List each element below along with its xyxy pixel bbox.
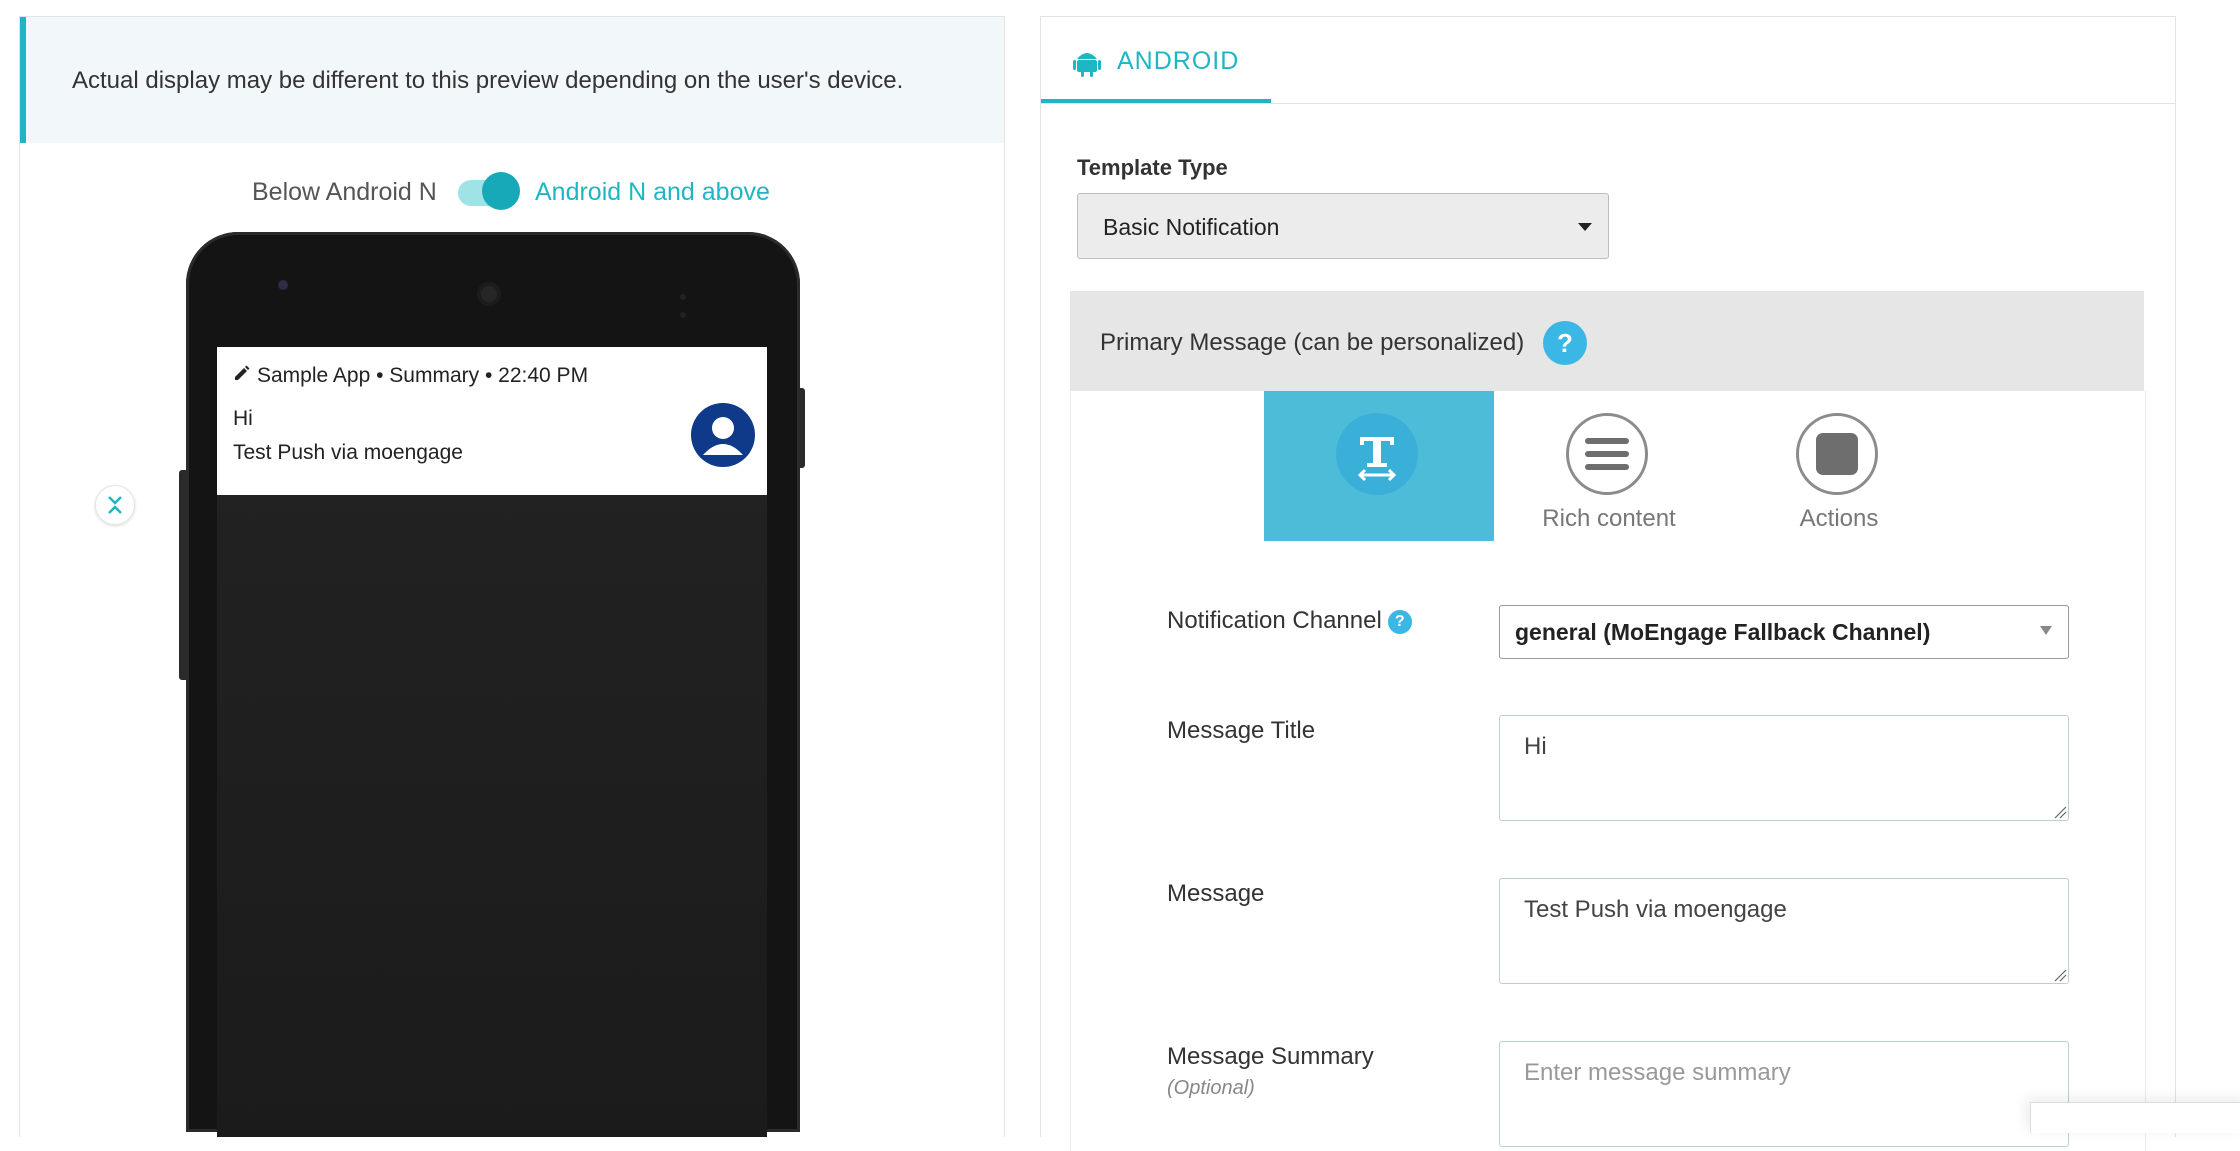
collapse-chevrons-icon <box>108 496 122 514</box>
floating-widget[interactable] <box>2030 1102 2240 1133</box>
notification-message: Test Push via moengage <box>233 441 463 464</box>
pencil-icon <box>235 365 250 380</box>
push-notification-preview: Sample App • Summary • 22:40 PM Hi Test … <box>217 347 767 495</box>
primary-message-label: Primary Message (can be personalized) <box>1100 329 1525 356</box>
below-android-n-label[interactable]: Below Android N <box>252 178 437 207</box>
content-type-rich-content[interactable]: Rich content <box>1494 391 1724 541</box>
phone-sensor-icon <box>680 287 706 318</box>
notification-app-name: Sample App <box>257 364 371 387</box>
notification-channel-help-icon[interactable]: ? <box>1387 610 1412 634</box>
message-title-input[interactable]: Hi <box>1499 715 2069 821</box>
primary-message-help-icon[interactable]: ? <box>1543 321 1587 365</box>
notification-channel-value: general (MoEngage Fallback Channel) <box>1515 619 1931 645</box>
message-input[interactable]: Test Push via moengage <box>1499 878 2069 984</box>
content-type-rich-content-label: Rich content <box>1542 505 1676 532</box>
content-type-actions[interactable]: Actions <box>1724 391 1954 541</box>
collapse-expand-button[interactable] <box>95 485 135 525</box>
content-type-actions-label: Actions <box>1799 505 1879 532</box>
android-version-toggle-knob[interactable] <box>482 172 520 210</box>
tab-android[interactable]: ANDROID <box>1041 17 1271 103</box>
resize-handle-icon[interactable] <box>2053 968 2067 982</box>
message-summary-label: Message Summary <box>1167 1043 1374 1070</box>
phone-speaker-icon <box>477 282 501 306</box>
template-type-value: Basic Notification <box>1103 214 1280 240</box>
preview-info-text: Actual display may be different to this … <box>72 67 904 94</box>
message-label: Message <box>1167 880 1265 907</box>
notification-time: 22:40 PM <box>498 364 589 387</box>
android-icon <box>1073 53 1101 77</box>
android-version-toggle-row: Below Android N Android N and above <box>19 158 1003 210</box>
notification-title: Hi <box>233 407 253 430</box>
editor-panel: ANDROID Template Type Basic Notification… <box>1040 16 2176 1151</box>
content-type-text[interactable] <box>1264 391 1494 541</box>
platform-tab-bar: ANDROID <box>1041 17 2175 104</box>
notification-channel-select[interactable]: general (MoEngage Fallback Channel) <box>1499 605 2069 659</box>
caret-down-icon <box>1578 223 1592 231</box>
notification-header: Sample App • Summary • 22:40 PM <box>233 364 588 388</box>
square-icon <box>1816 433 1858 475</box>
message-summary-input[interactable] <box>1499 1041 2069 1147</box>
primary-message-header: Primary Message (can be personalized) ? <box>1070 291 2144 391</box>
primary-message-body: Rich content Actions Notification Channe… <box>1070 391 2146 1151</box>
user-avatar-icon <box>691 403 755 467</box>
caret-down-icon <box>2040 626 2052 635</box>
notification-summary: Summary <box>389 364 480 387</box>
phone-camera-icon <box>278 280 288 290</box>
text-format-icon <box>1357 437 1397 482</box>
list-lines-icon <box>1585 438 1629 470</box>
notification-channel-label: Notification Channel? <box>1167 607 1412 635</box>
tab-android-label: ANDROID <box>1117 47 1240 75</box>
message-title-label: Message Title <box>1167 717 1316 744</box>
message-summary-optional: (Optional) <box>1167 1077 1255 1099</box>
preview-info-banner: Actual display may be different to this … <box>20 17 1004 143</box>
android-n-and-above-label[interactable]: Android N and above <box>535 178 770 207</box>
template-type-label: Template Type <box>1077 155 1228 180</box>
resize-handle-icon[interactable] <box>2053 805 2067 819</box>
template-type-select[interactable]: Basic Notification <box>1077 193 1609 259</box>
